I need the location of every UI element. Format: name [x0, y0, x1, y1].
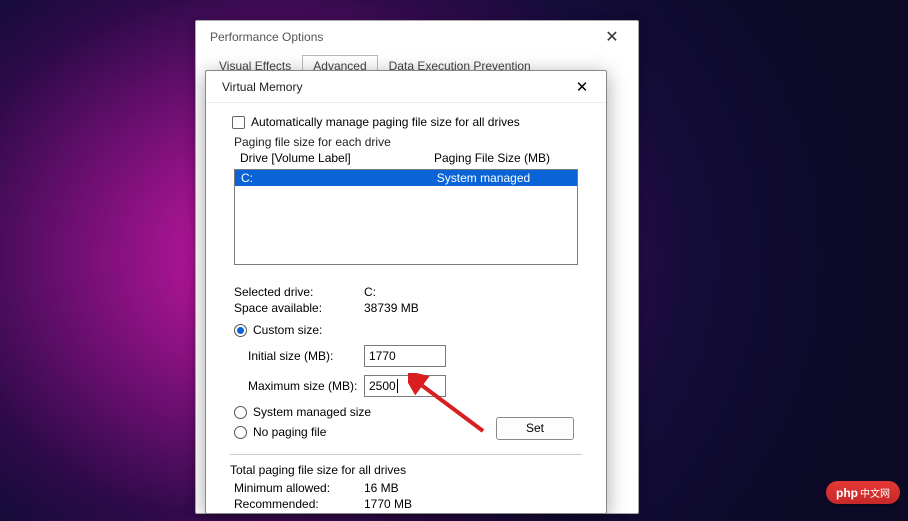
close-icon[interactable]: ✕ [562, 71, 602, 102]
auto-manage-label: Automatically manage paging file size fo… [251, 115, 520, 129]
divider [230, 454, 582, 455]
maximum-size-value: 2500 [369, 379, 396, 393]
drive-letter: C: [241, 171, 396, 185]
drive-list-header: Drive [Volume Label] Paging File Size (M… [234, 149, 590, 167]
drive-list[interactable]: C: System managed [234, 169, 578, 265]
text-caret-icon [397, 379, 398, 393]
minimum-allowed-value: 16 MB [364, 481, 399, 495]
custom-size-radio[interactable]: Custom size: [234, 323, 590, 337]
auto-manage-checkbox-row[interactable]: Automatically manage paging file size fo… [232, 115, 590, 129]
watermark: php 中文网 [826, 481, 900, 504]
minimum-allowed-label: Minimum allowed: [234, 481, 364, 495]
system-managed-label: System managed size [253, 405, 371, 419]
performance-options-title: Performance Options [210, 30, 592, 44]
drive-row-c[interactable]: C: System managed [235, 170, 577, 186]
no-paging-label: No paging file [253, 425, 326, 439]
radio-icon[interactable] [234, 406, 247, 419]
drive-mode: System managed [396, 171, 571, 185]
checkbox-icon[interactable] [232, 116, 245, 129]
custom-size-label: Custom size: [253, 323, 322, 337]
close-icon[interactable]: ✕ [592, 27, 632, 47]
recommended-value: 1770 MB [364, 497, 412, 511]
drive-group-label: Paging file size for each drive [234, 135, 590, 149]
radio-icon[interactable] [234, 426, 247, 439]
watermark-suffix: 中文网 [860, 485, 890, 500]
space-available-value: 38739 MB [364, 301, 419, 315]
totals-label: Total paging file size for all drives [230, 463, 590, 477]
maximum-size-input[interactable]: 2500 [364, 375, 446, 397]
col-size: Paging File Size (MB) [434, 151, 584, 165]
maximum-size-label: Maximum size (MB): [234, 379, 364, 393]
recommended-label: Recommended: [234, 497, 364, 511]
initial-size-label: Initial size (MB): [234, 349, 364, 363]
watermark-brand: php [836, 486, 858, 500]
virtual-memory-titlebar: Virtual Memory ✕ [206, 71, 606, 103]
virtual-memory-title: Virtual Memory [222, 80, 562, 94]
set-button[interactable]: Set [496, 417, 574, 440]
selected-drive-value: C: [364, 285, 376, 299]
virtual-memory-dialog: Virtual Memory ✕ Automatically manage pa… [205, 70, 607, 514]
radio-icon[interactable] [234, 324, 247, 337]
col-drive: Drive [Volume Label] [240, 151, 434, 165]
initial-size-input[interactable] [364, 345, 446, 367]
selected-drive-label: Selected drive: [234, 285, 364, 299]
space-available-label: Space available: [234, 301, 364, 315]
performance-options-titlebar: Performance Options ✕ [196, 21, 638, 53]
drive-list-empty [235, 186, 577, 264]
